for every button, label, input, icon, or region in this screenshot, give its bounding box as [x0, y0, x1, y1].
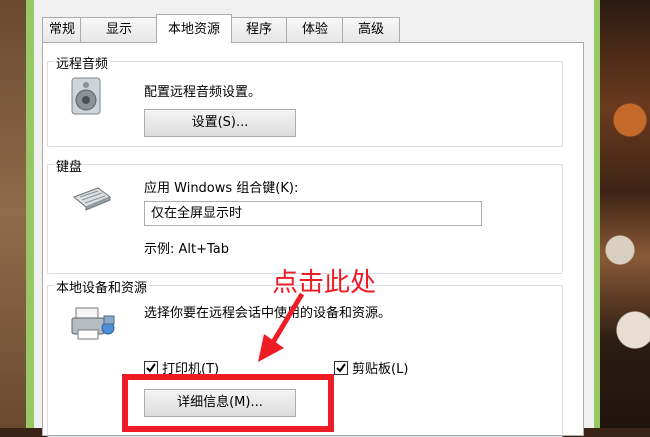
background-photo-right — [600, 0, 650, 428]
red-arrow-annotation — [258, 292, 305, 362]
clipboard-checkbox[interactable] — [334, 361, 348, 375]
printer-icon — [71, 307, 115, 340]
keyboard-icon — [73, 187, 111, 211]
checkmark-icon — [146, 363, 156, 373]
tab-local-resources[interactable]: 本地资源 — [156, 14, 232, 43]
checkmark-icon — [336, 363, 346, 373]
tab-general[interactable]: 常规 — [42, 17, 82, 42]
audio-settings-button[interactable]: 设置(S)... — [144, 109, 296, 137]
tab-experience[interactable]: 体验 — [286, 17, 344, 42]
combo-selected-value: 仅在全屏显示时 — [151, 206, 243, 221]
group-title-remote-audio: 远程音频 — [54, 53, 111, 72]
remote-desktop-options-dialog: 常规 显示 本地资源 程序 体验 高级 远程音频 配置远程音频设置。 设置(S)… — [34, 0, 594, 437]
annotation-highlight-box — [122, 374, 334, 432]
clipboard-checkbox-row[interactable]: 剪贴板(L) — [334, 358, 408, 377]
clipboard-label: 剪贴板(L) — [352, 362, 409, 377]
keyboard-example-text: 示例: Alt+Tab — [144, 242, 230, 257]
printers-checkbox[interactable] — [144, 361, 158, 375]
windows-key-combo-select[interactable]: 仅在全屏显示时 — [144, 201, 482, 226]
background-photo-left — [0, 0, 26, 428]
group-title-keyboard: 键盘 — [54, 156, 85, 175]
tab-advanced[interactable]: 高级 — [342, 17, 400, 42]
group-keyboard: 键盘 应用 Windows 组合键(K): 仅在全屏显示时 示例: Alt+Ta… — [47, 156, 563, 274]
tab-display[interactable]: 显示 — [80, 17, 158, 42]
remote-audio-description: 配置远程音频设置。 — [144, 85, 262, 100]
group-remote-audio: 远程音频 配置远程音频设置。 设置(S)... — [47, 53, 563, 147]
speaker-icon — [71, 77, 101, 115]
tab-programs[interactable]: 程序 — [230, 17, 288, 42]
group-title-local-devices: 本地设备和资源 — [54, 277, 150, 296]
windows-key-combo-label: 应用 Windows 组合键(K): — [144, 181, 299, 196]
